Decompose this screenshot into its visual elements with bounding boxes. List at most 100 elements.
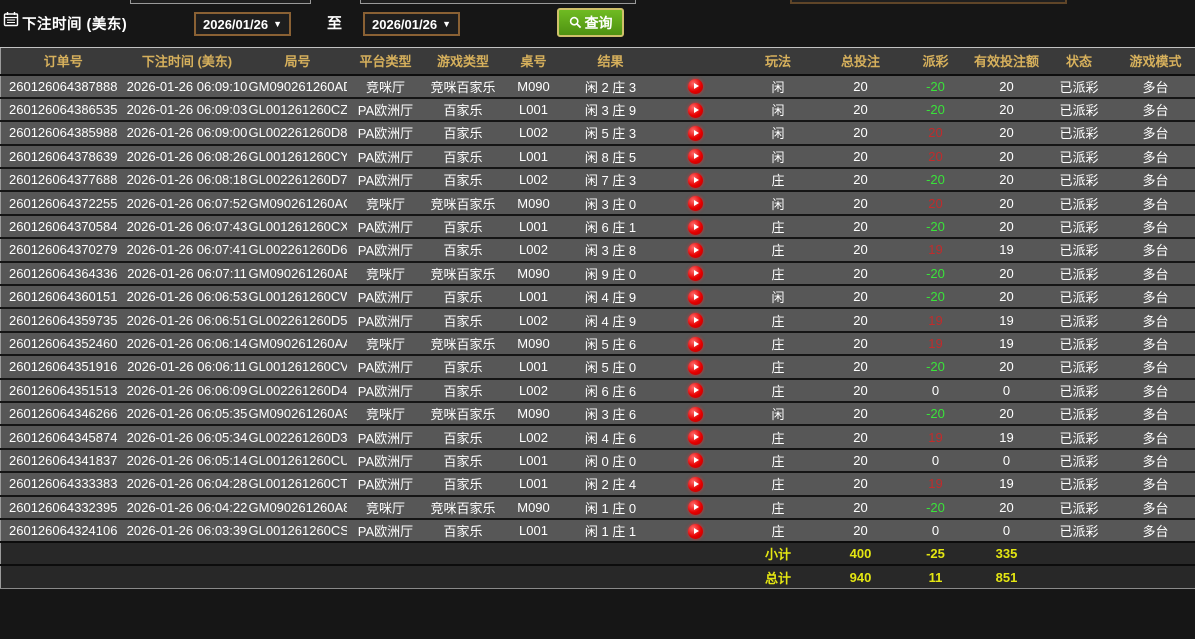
result-score: 闲 4 庄 9 — [565, 283, 656, 309]
bet-time: 2026-01-26 06:09:10 — [125, 74, 249, 98]
status-badge: 已派彩 — [1042, 190, 1116, 215]
play-selection: 闲 — [735, 400, 821, 426]
play-icon[interactable] — [688, 219, 703, 235]
game-mode: 多台 — [1115, 190, 1195, 215]
play-icon[interactable] — [688, 523, 703, 539]
play-selection: 闲 — [735, 120, 821, 145]
status-badge: 已派彩 — [1042, 330, 1116, 356]
chevron-down-icon: ▼ — [273, 18, 282, 29]
round-number: GL001261260CS — [248, 517, 347, 543]
play-icon[interactable] — [688, 102, 703, 118]
bet-time: 2026-01-26 06:03:39 — [125, 517, 249, 543]
valid-bet-amount: 19 — [970, 471, 1043, 496]
col-header-play: 玩法 — [735, 47, 821, 76]
play-icon[interactable] — [688, 172, 703, 188]
grand-total-label: 总计 — [735, 564, 821, 589]
play-icon[interactable] — [688, 359, 703, 375]
subtotal-payout: -25 — [900, 541, 971, 566]
round-number: GL002261260D7 — [248, 167, 347, 192]
play-selection: 庄 — [735, 307, 821, 332]
subtotal-spacer — [0, 541, 736, 566]
replay-cell — [655, 424, 736, 449]
date-from-select[interactable]: 2026/01/26 ▼ — [194, 12, 291, 36]
replay-cell — [655, 213, 736, 239]
play-icon[interactable] — [688, 406, 703, 422]
valid-bet-amount: 0 — [970, 517, 1043, 543]
payout-amount: -20 — [900, 96, 971, 122]
status-badge: 已派彩 — [1042, 96, 1116, 122]
bet-time: 2026-01-26 06:06:53 — [125, 283, 249, 309]
game-type: 百家乐 — [424, 307, 502, 332]
platform-type: PA欧洲厅 — [346, 307, 425, 332]
play-icon[interactable] — [688, 242, 703, 258]
replay-cell — [655, 447, 736, 473]
play-icon[interactable] — [688, 149, 703, 165]
play-selection: 庄 — [735, 447, 821, 473]
col-header-payout: 派彩 — [900, 47, 971, 76]
platform-type: 竞咪厅 — [346, 400, 425, 426]
status-badge: 已派彩 — [1042, 471, 1116, 496]
cutoff-input-top-3[interactable] — [790, 0, 1067, 4]
play-icon[interactable] — [688, 266, 703, 282]
table-number: L001 — [501, 471, 566, 496]
play-selection: 庄 — [735, 260, 821, 286]
bet-time: 2026-01-26 06:05:14 — [125, 447, 249, 473]
payout-amount: 20 — [900, 143, 971, 169]
game-mode: 多台 — [1115, 354, 1195, 379]
play-icon[interactable] — [688, 196, 703, 212]
play-icon[interactable] — [688, 383, 703, 399]
table-row: 260126064359735 2026-01-26 06:06:51 GL00… — [0, 307, 1195, 332]
search-button[interactable]: 查询 — [557, 8, 624, 37]
play-icon[interactable] — [688, 126, 703, 141]
valid-bet-amount: 19 — [970, 307, 1043, 332]
bet-time: 2026-01-26 06:06:11 — [125, 354, 249, 379]
play-icon[interactable] — [688, 500, 703, 516]
status-badge: 已派彩 — [1042, 517, 1116, 543]
table-row: 260126064346266 2026-01-26 06:05:35 GM09… — [0, 400, 1195, 426]
date-to-select[interactable]: 2026/01/26 ▼ — [363, 12, 460, 36]
table-number: L002 — [501, 377, 566, 402]
payout-amount: -20 — [900, 213, 971, 239]
game-type: 竞咪百家乐 — [424, 260, 502, 286]
order-number: 260126064378639 — [0, 143, 126, 169]
game-type: 百家乐 — [424, 517, 502, 543]
total-bet: 20 — [820, 74, 901, 98]
payout-amount: -20 — [900, 354, 971, 379]
valid-bet-amount: 20 — [970, 74, 1043, 98]
play-icon[interactable] — [688, 289, 703, 305]
table-number: M090 — [501, 400, 566, 426]
date-to-value: 2026/01/26 — [372, 16, 438, 32]
cutoff-input-top-2[interactable] — [360, 0, 636, 4]
round-number: GM090261260AC — [248, 190, 347, 215]
valid-bet-amount: 19 — [970, 237, 1043, 262]
replay-cell — [655, 517, 736, 543]
round-number: GL002261260D3 — [248, 424, 347, 449]
table-number: M090 — [501, 330, 566, 356]
replay-cell — [655, 377, 736, 402]
valid-bet-amount: 20 — [970, 167, 1043, 192]
order-number: 260126064385988 — [0, 120, 126, 145]
play-icon[interactable] — [688, 430, 703, 446]
play-icon[interactable] — [688, 336, 703, 352]
play-icon[interactable] — [688, 453, 703, 469]
cutoff-input-top-1[interactable] — [130, 0, 311, 4]
total-bet: 20 — [820, 143, 901, 169]
table-row: 260126064364336 2026-01-26 06:07:11 GM09… — [0, 260, 1195, 286]
table-row: 260126064385988 2026-01-26 06:09:00 GL00… — [0, 120, 1195, 145]
order-number: 260126064324106 — [0, 517, 126, 543]
play-icon[interactable] — [688, 79, 703, 95]
valid-bet-amount: 20 — [970, 283, 1043, 309]
order-number: 260126064372255 — [0, 190, 126, 215]
play-icon[interactable] — [688, 313, 703, 329]
valid-bet-amount: 20 — [970, 260, 1043, 286]
status-badge: 已派彩 — [1042, 237, 1116, 262]
platform-type: PA欧洲厅 — [346, 120, 425, 145]
game-mode: 多台 — [1115, 400, 1195, 426]
play-selection: 庄 — [735, 494, 821, 519]
table-row: 260126064386535 2026-01-26 06:09:03 GL00… — [0, 96, 1195, 122]
play-icon[interactable] — [688, 476, 703, 492]
payout-amount: -20 — [900, 283, 971, 309]
total-bet: 20 — [820, 167, 901, 192]
col-header-replay — [655, 47, 736, 76]
status-badge: 已派彩 — [1042, 400, 1116, 426]
